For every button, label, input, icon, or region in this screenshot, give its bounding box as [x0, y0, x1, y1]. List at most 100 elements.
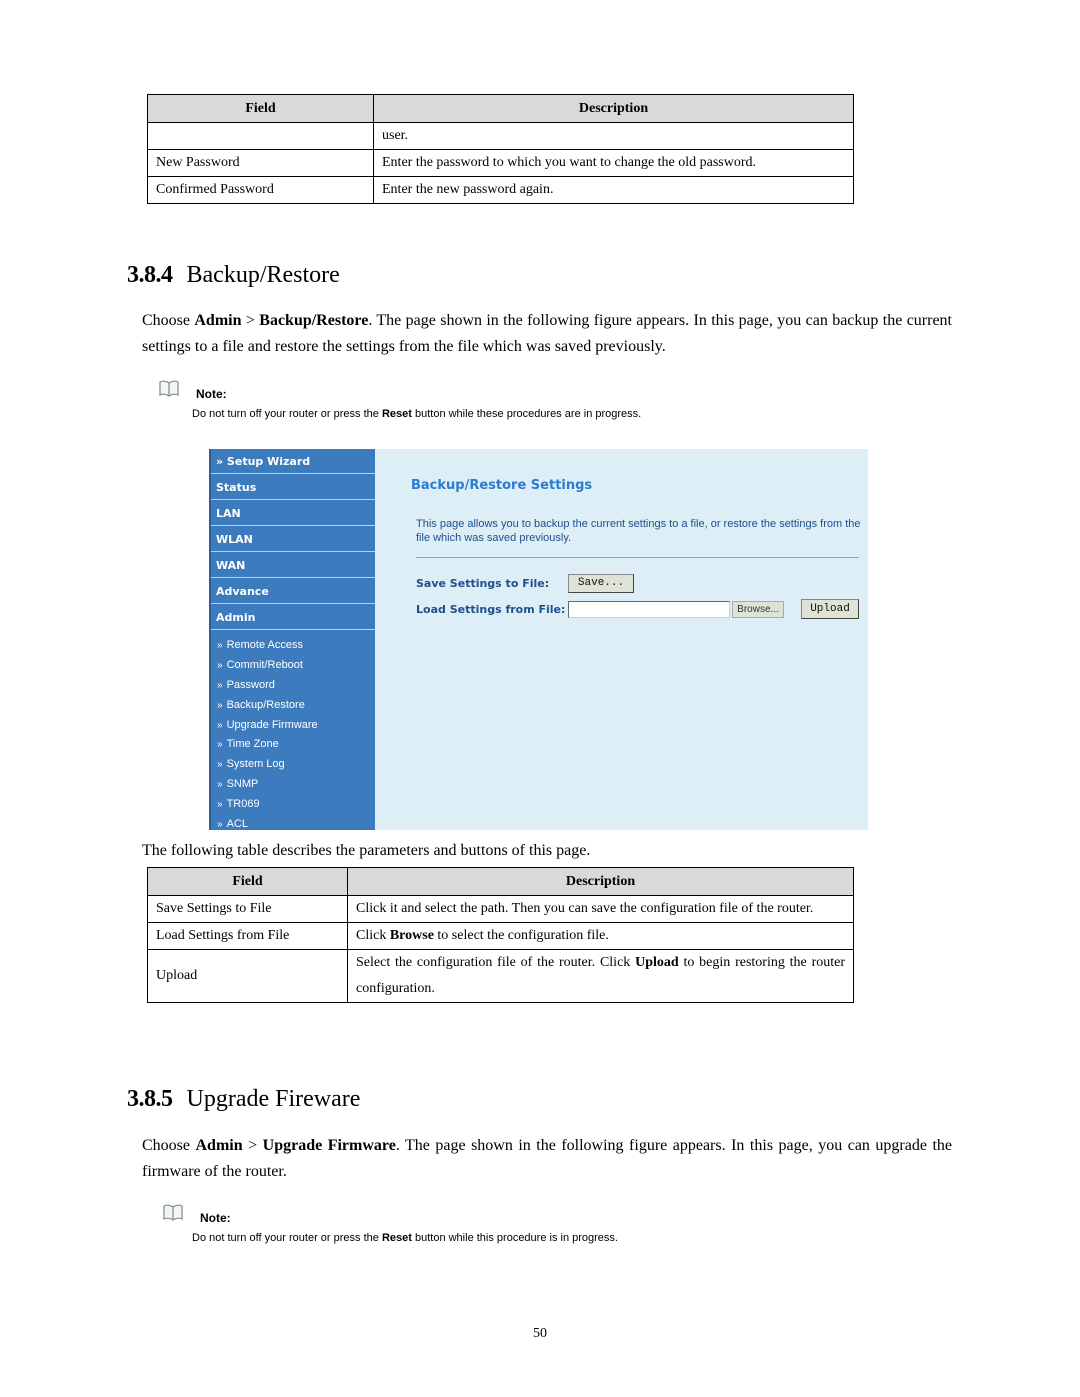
submenu-label: Commit/Reboot: [226, 658, 303, 671]
table-header-row: Field Description: [147, 867, 854, 896]
nav-item-lan[interactable]: LAN: [211, 501, 375, 526]
cell-field: New Password: [147, 149, 374, 177]
password-fields-table: Field Description user. New Password Ent…: [147, 94, 854, 204]
submenu-commit-reboot[interactable]: » Commit/Reboot: [211, 655, 375, 675]
section-heading-upgrade-fireware: 3.8.5 Upgrade Fireware: [127, 1086, 360, 1113]
desc-bold: Browse: [389, 928, 434, 943]
header-field: Field: [147, 867, 348, 896]
submenu-acl[interactable]: » ACL: [211, 814, 375, 834]
section-title: Backup/Restore: [186, 262, 340, 288]
table-caption: The following table describes the parame…: [142, 842, 591, 859]
note-text: Do not turn off your router or press the…: [192, 1232, 618, 1244]
desc-text: Click it and select the path. Then you c…: [356, 901, 814, 916]
book-icon: [163, 1204, 183, 1221]
upgrade-intro-paragraph: Choose Admin > Upgrade Firmware. The pag…: [142, 1133, 952, 1185]
table-header-row: Field Description: [147, 94, 854, 123]
cell-field: Upload: [147, 949, 348, 1003]
submenu-label: Upgrade Firmware: [226, 718, 318, 731]
router-page-title: Backup/Restore Settings: [411, 478, 593, 493]
cell-field: Confirmed Password: [147, 176, 374, 204]
cell-field: [147, 122, 374, 150]
note-reset-bold: Reset: [381, 408, 412, 420]
note-reset-bold: Reset: [381, 1232, 412, 1244]
double-chevron-icon: »: [217, 699, 223, 711]
router-page-description: This page allows you to backup the curre…: [416, 518, 861, 544]
file-path-input[interactable]: [568, 601, 730, 618]
intro-text: Choose: [142, 312, 195, 329]
submenu-time-zone[interactable]: » Time Zone: [211, 734, 375, 754]
router-sidebar: » Setup Wizard Status LAN WLAN WAN Advan…: [209, 449, 375, 830]
nav-item-setup-wizard[interactable]: » Setup Wizard: [211, 449, 375, 474]
double-chevron-icon: »: [217, 659, 223, 671]
cell-description: Select the configuration file of the rou…: [347, 949, 854, 1003]
header-description: Description: [373, 94, 854, 123]
cell-description: Enter the new password again.: [373, 176, 854, 204]
note-label: Note:: [200, 1211, 231, 1225]
backup-intro-paragraph: Choose Admin > Backup/Restore. The page …: [142, 308, 952, 360]
submenu-upgrade-firmware[interactable]: » Upgrade Firmware: [211, 715, 375, 735]
submenu-tr069[interactable]: » TR069: [211, 794, 375, 814]
note-label: Note:: [196, 387, 227, 401]
double-chevron-icon: »: [217, 739, 223, 751]
double-chevron-icon: »: [217, 759, 223, 771]
submenu-backup-restore[interactable]: » Backup/Restore: [211, 695, 375, 715]
nav-item-wlan[interactable]: WLAN: [211, 527, 375, 552]
save-button[interactable]: Save...: [568, 574, 634, 593]
note-text-part: button while these procedures are in pro…: [411, 408, 642, 420]
browse-button[interactable]: Browse...: [732, 601, 784, 618]
nav-item-status[interactable]: Status: [211, 475, 375, 500]
double-chevron-icon: »: [217, 679, 223, 691]
upload-button[interactable]: Upload: [801, 599, 859, 619]
book-icon: [159, 380, 179, 397]
cell-description: Click Browse to select the configuration…: [347, 922, 854, 950]
cell-description: user.: [373, 122, 854, 150]
submenu-label: System Log: [226, 758, 285, 771]
cell-description: Click it and select the path. Then you c…: [347, 895, 854, 923]
cell-field: Save Settings to File: [147, 895, 348, 923]
desc-text: Select the configuration file of the rou…: [356, 955, 636, 970]
intro-separator: >: [241, 312, 260, 329]
double-chevron-icon: »: [217, 819, 223, 831]
submenu-password[interactable]: » Password: [211, 675, 375, 695]
nav-item-admin[interactable]: Admin: [211, 605, 375, 630]
double-chevron-icon: »: [217, 799, 223, 811]
desc-text: Click: [356, 928, 390, 943]
double-chevron-icon: »: [217, 640, 223, 651]
section-title: Upgrade Fireware: [186, 1086, 361, 1112]
intro-separator: >: [242, 1137, 263, 1154]
table-row: Upload Select the configuration file of …: [147, 949, 854, 1003]
page-number: 50: [533, 1326, 547, 1341]
note-text: Do not turn off your router or press the…: [192, 408, 641, 420]
submenu-remote-access[interactable]: » Remote Access: [211, 635, 375, 655]
submenu-snmp[interactable]: » SNMP: [211, 774, 375, 794]
backup-params-table: Field Description Save Settings to File …: [147, 867, 854, 1003]
table-row: Load Settings from File Click Browse to …: [147, 922, 854, 950]
double-chevron-icon: »: [217, 779, 223, 791]
submenu-label: SNMP: [226, 778, 259, 791]
submenu-label: TR069: [226, 798, 260, 811]
admin-submenu: » Remote Access » Commit/Reboot » Password …: [211, 631, 375, 834]
nav-item-wan[interactable]: WAN: [211, 553, 375, 578]
desc-text: to select the configuration file.: [433, 928, 609, 943]
submenu-label: ACL: [226, 818, 248, 831]
divider: [416, 557, 859, 558]
intro-menu-upgrade-firmware: Upgrade Firmware: [262, 1137, 396, 1154]
table-row: Confirmed Password Enter the new passwor…: [147, 176, 854, 204]
intro-text: Choose: [142, 1137, 196, 1154]
submenu-label: Remote Access: [226, 639, 303, 651]
header-description: Description: [347, 867, 854, 896]
nav-item-advance[interactable]: Advance: [211, 579, 375, 604]
submenu-label: Time Zone: [226, 738, 279, 751]
router-content: Backup/Restore Settings This page allows…: [375, 449, 868, 830]
section-number: 3.8.5: [127, 1086, 173, 1112]
intro-menu-admin: Admin: [194, 312, 242, 329]
intro-menu-admin: Admin: [195, 1137, 243, 1154]
submenu-system-log[interactable]: » System Log: [211, 754, 375, 774]
save-settings-label: Save Settings to File:: [416, 577, 550, 590]
submenu-label: Password: [226, 678, 275, 691]
note-text-part: Do not turn off your router or press the: [192, 1232, 382, 1244]
intro-menu-backup-restore: Backup/Restore: [259, 312, 369, 329]
section-number: 3.8.4: [127, 262, 173, 288]
table-row: New Password Enter the password to which…: [147, 149, 854, 177]
section-heading-backup-restore: 3.8.4 Backup/Restore: [127, 262, 340, 289]
